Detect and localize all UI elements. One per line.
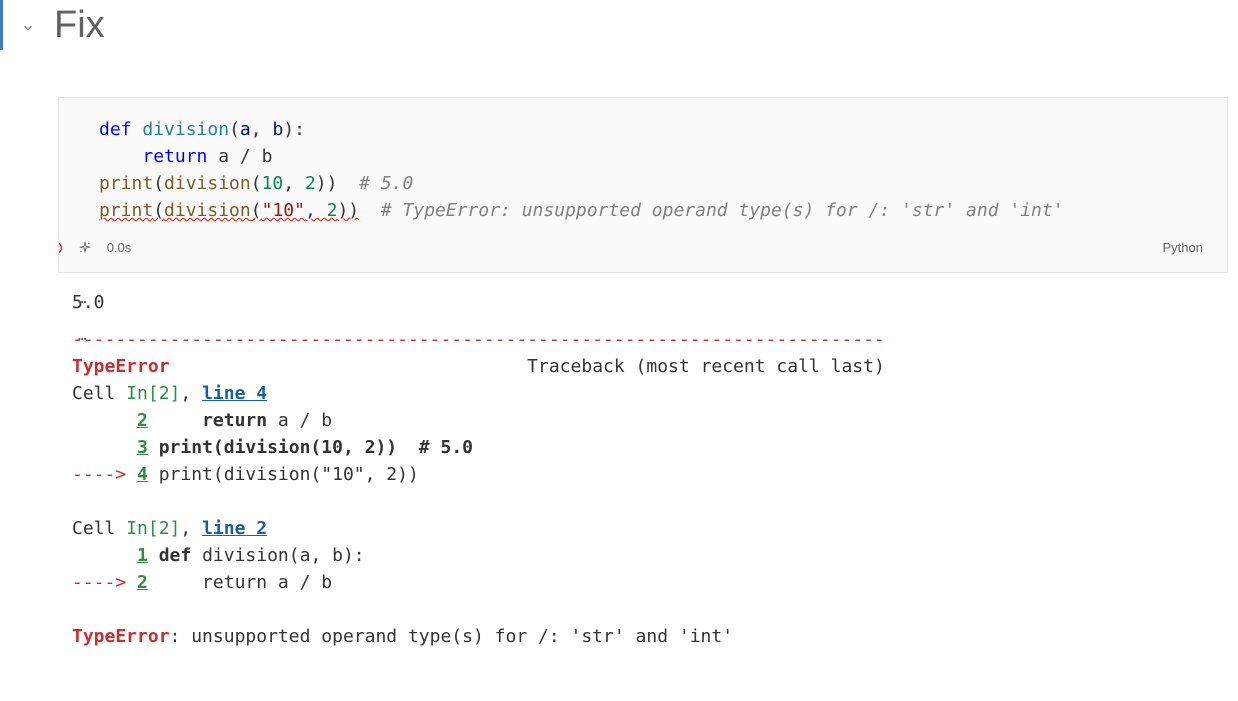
active-cell-indicator — [0, 0, 3, 50]
comment: # TypeError: unsupported operand type(s)… — [381, 200, 1064, 221]
number: 10 — [262, 173, 284, 194]
tb-code: a / b — [267, 410, 332, 431]
notebook-page: Fix def division(a, b): return a / b pri… — [0, 0, 1238, 650]
tb-keyword: def — [159, 545, 192, 566]
stdout-output: 5.0 — [58, 273, 1228, 326]
execution-time: 0.0s — [107, 238, 132, 258]
tb-line-num[interactable]: 3 — [137, 437, 148, 458]
error-message: : unsupported operand type(s) for /: 'st… — [170, 626, 734, 647]
builtin: print — [99, 173, 153, 194]
tb-keyword: return — [202, 410, 267, 431]
number: 2 — [327, 200, 338, 221]
keyword: def — [99, 119, 132, 140]
tb-text: , — [180, 518, 202, 539]
tb-line-num[interactable]: 2 — [137, 410, 148, 431]
tb-text: Cell — [72, 518, 126, 539]
tb-line-num[interactable]: 1 — [137, 545, 148, 566]
chevron-down-icon[interactable] — [20, 20, 36, 36]
function-call: division — [164, 173, 251, 194]
string: "10" — [262, 200, 305, 221]
traceback-output: ----------------------------------------… — [58, 326, 1228, 650]
error-squiggle[interactable]: print(division("10", 2)) — [99, 200, 359, 221]
traceback-separator: ----------------------------------------… — [72, 329, 885, 350]
output-options-icon[interactable]: … — [76, 326, 89, 346]
tb-cell-ref: In[2] — [126, 383, 180, 404]
param: a — [240, 119, 251, 140]
keyword: return — [142, 146, 207, 167]
traceback-label: Traceback (most recent call last) — [527, 356, 885, 377]
number: 2 — [305, 173, 316, 194]
kernel-language[interactable]: Python — [1163, 238, 1203, 258]
tb-line-link[interactable]: line 4 — [202, 383, 267, 404]
tb-code: return a / b — [148, 572, 332, 593]
tb-code: print(division("10", 2)) — [148, 464, 419, 485]
error-name: TypeError — [72, 626, 170, 647]
code-text: a / b — [207, 146, 272, 167]
sparkle-icon[interactable] — [78, 240, 93, 255]
error-name: TypeError — [72, 356, 170, 377]
tb-arrow: ----> — [72, 464, 137, 485]
tb-text: , — [180, 383, 202, 404]
error-icon[interactable] — [58, 240, 64, 255]
tb-cell-ref: In[2] — [126, 518, 180, 539]
output-options-icon[interactable]: … — [76, 289, 89, 309]
section-header: Fix — [0, 0, 1238, 47]
tb-arrow: ----> — [72, 572, 137, 593]
tb-code: print(division(10, 2)) # 5.0 — [159, 437, 473, 458]
section-title: Fix — [54, 4, 105, 47]
cell-status-bar: [2] 0.0s Python — [61, 232, 1211, 264]
function-call: division — [164, 200, 251, 221]
comment: # 5.0 — [359, 173, 413, 194]
tb-line-num[interactable]: 2 — [137, 572, 148, 593]
code-cell[interactable]: def division(a, b): return a / b print(d… — [58, 97, 1228, 273]
tb-text: Cell — [72, 383, 126, 404]
tb-line-num[interactable]: 4 — [137, 464, 148, 485]
param: b — [272, 119, 283, 140]
function-def-name: division — [142, 119, 229, 140]
tb-code: division(a, b): — [191, 545, 364, 566]
tb-line-link[interactable]: line 2 — [202, 518, 267, 539]
builtin: print — [99, 200, 153, 221]
